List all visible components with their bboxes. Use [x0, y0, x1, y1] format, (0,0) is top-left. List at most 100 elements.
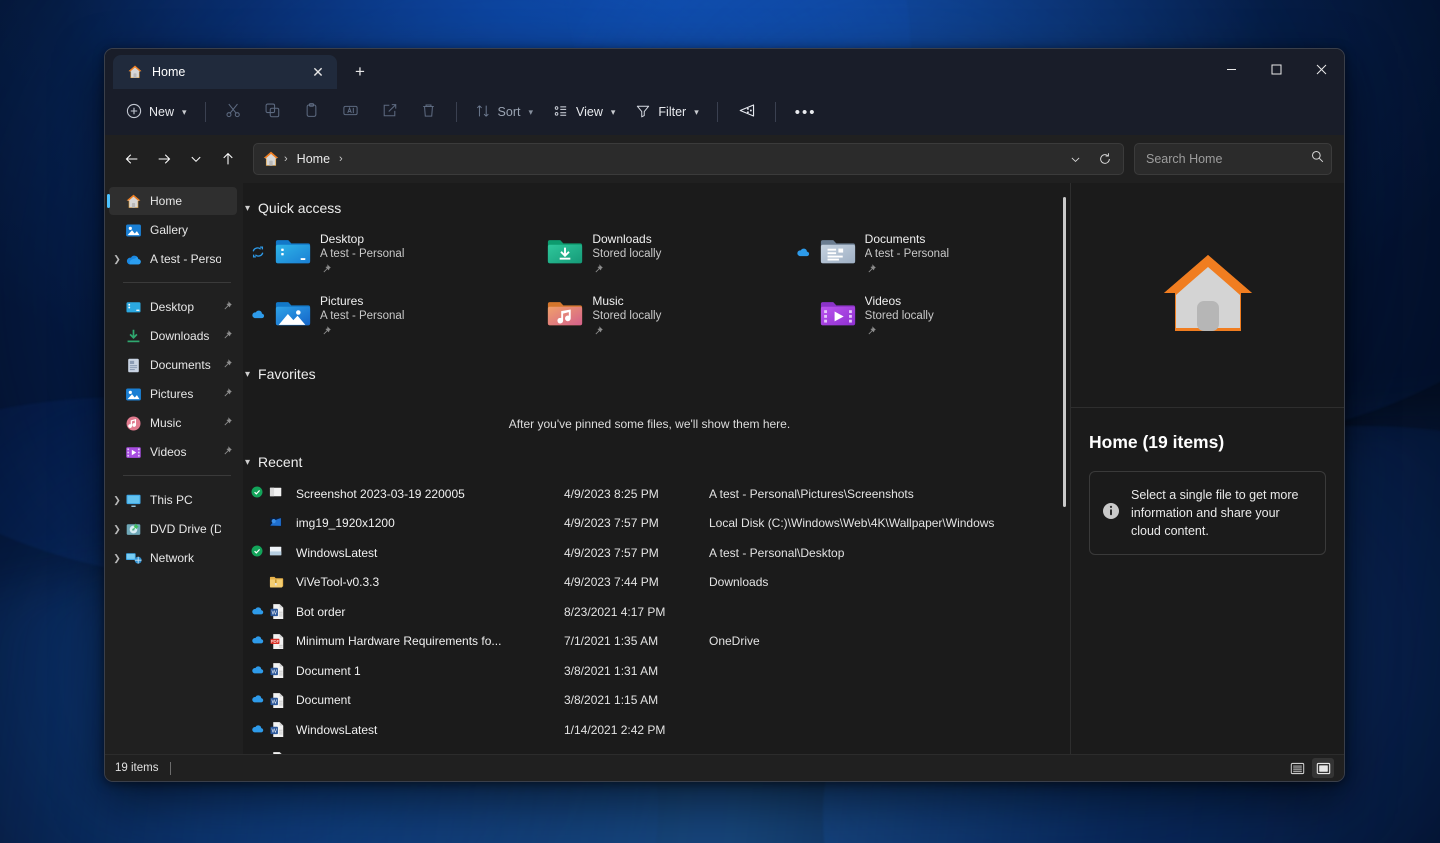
- chevron-down-icon[interactable]: ▾: [245, 203, 250, 214]
- sidebar-item-music[interactable]: Music: [109, 409, 237, 437]
- table-row[interactable]: P Test presentation.pptx 12/7/2020 12:22…: [243, 745, 1056, 755]
- table-row[interactable]: W Bot order 8/23/2021 4:17 PM: [243, 597, 1056, 627]
- table-row[interactable]: W WindowsLatest 1/14/2021 2:42 PM: [243, 715, 1056, 745]
- view-button[interactable]: View ▾: [544, 96, 624, 128]
- sidebar-item-videos[interactable]: Videos: [109, 438, 237, 466]
- vertical-scrollbar[interactable]: [1063, 197, 1066, 507]
- delete-button[interactable]: [410, 96, 447, 128]
- minimize-button[interactable]: [1209, 49, 1254, 89]
- tab-title: Home: [152, 65, 296, 79]
- sidebar-item-dvd-drive[interactable]: ❯ DVD Drive (D:) CCC: [109, 515, 237, 543]
- close-window-button[interactable]: [1299, 49, 1344, 89]
- chevron-right-icon[interactable]: ❯: [109, 553, 125, 564]
- svg-text:W: W: [272, 670, 278, 676]
- powerpoint-file-icon: P: [269, 751, 286, 754]
- quick-access-tile-documents[interactable]: Documents A test - Personal: [788, 225, 1056, 287]
- sidebar-item-onedrive[interactable]: ❯ A test - Personal: [109, 245, 237, 273]
- preview-pane-button[interactable]: [1312, 758, 1334, 778]
- favorites-header[interactable]: ▾ Favorites: [245, 361, 1056, 387]
- search-box[interactable]: Search Home: [1134, 143, 1332, 175]
- wallpaper-file-icon: [269, 515, 286, 532]
- chevron-right-icon[interactable]: ❯: [109, 524, 125, 535]
- quick-access-tile-text: Downloads Stored locally: [592, 231, 777, 280]
- sidebar-item-pictures[interactable]: Pictures: [109, 380, 237, 408]
- sidebar-item-home[interactable]: Home: [109, 187, 237, 215]
- image-file-icon: [269, 485, 286, 502]
- breadcrumb-separator-trailing[interactable]: ›: [337, 153, 345, 165]
- sidebar-item-desktop[interactable]: Desktop: [109, 293, 237, 321]
- search-input[interactable]: Search Home: [1146, 152, 1310, 166]
- share-button[interactable]: [371, 96, 408, 128]
- chevron-down-icon[interactable]: ▾: [245, 369, 250, 380]
- paste-button[interactable]: [293, 96, 330, 128]
- refresh-button[interactable]: [1091, 146, 1119, 172]
- address-dropdown-button[interactable]: [1061, 146, 1089, 172]
- sidebar-item-downloads[interactable]: Downloads: [109, 322, 237, 350]
- new-button[interactable]: New ▾: [117, 96, 196, 128]
- pin-icon: [592, 324, 777, 342]
- sort-button[interactable]: Sort ▾: [466, 96, 542, 128]
- forward-button[interactable]: [149, 144, 179, 174]
- table-row[interactable]: W Document 3/8/2021 1:15 AM: [243, 686, 1056, 716]
- see-more-button[interactable]: •••: [785, 104, 827, 121]
- synced-check-icon: [251, 485, 269, 503]
- sidebar-item-documents[interactable]: Documents: [109, 351, 237, 379]
- favorites-empty-message: After you've pinned some files, we'll sh…: [243, 391, 1056, 447]
- desktop-background: Home ✕ +: [0, 0, 1440, 843]
- table-row[interactable]: ViVeTool-v0.3.3 4/9/2023 7:44 PM Downloa…: [243, 568, 1056, 598]
- close-tab-button[interactable]: ✕: [305, 60, 331, 84]
- sidebar-item-this-pc[interactable]: ❯ This PC: [109, 486, 237, 514]
- sidebar-item-gallery[interactable]: Gallery: [109, 216, 237, 244]
- filter-button[interactable]: Filter ▾: [626, 96, 707, 128]
- gallery-view-button[interactable]: [727, 96, 766, 128]
- quick-access-tile-videos[interactable]: Videos Stored locally: [788, 287, 1056, 349]
- file-date: 1/14/2021 2:42 PM: [564, 723, 709, 737]
- tile-name: Music: [592, 294, 777, 308]
- search-icon[interactable]: [1310, 149, 1325, 169]
- content-scroll-area[interactable]: ▾ Quick access: [243, 183, 1070, 754]
- quick-access-header[interactable]: ▾ Quick access: [245, 195, 1056, 221]
- sidebar-item-label: This PC: [150, 493, 221, 507]
- sidebar-item-label: Pictures: [150, 387, 221, 401]
- quick-access-tile-pictures[interactable]: Pictures A test - Personal: [243, 287, 511, 349]
- up-button[interactable]: [213, 144, 243, 174]
- details-title: Home (19 items): [1089, 432, 1326, 453]
- new-tab-button[interactable]: +: [345, 58, 375, 86]
- sidebar-item-label: Videos: [150, 445, 221, 459]
- clipboard-icon: [303, 102, 320, 122]
- breadcrumb-home[interactable]: Home: [292, 152, 335, 166]
- chevron-right-icon[interactable]: ❯: [109, 495, 125, 506]
- file-name: WindowsLatest: [296, 723, 564, 737]
- pin-icon: [320, 324, 505, 342]
- rename-button[interactable]: [332, 96, 369, 128]
- chevron-right-icon[interactable]: ❯: [109, 254, 125, 265]
- address-bar[interactable]: › Home ›: [253, 143, 1124, 175]
- cloud-icon: [251, 603, 269, 621]
- quick-access-tile-downloads[interactable]: Downloads Stored locally: [515, 225, 783, 287]
- table-row[interactable]: W Document 1 3/8/2021 1:31 AM: [243, 656, 1056, 686]
- cut-button[interactable]: [215, 96, 252, 128]
- pin-icon: [221, 445, 233, 460]
- image-file-icon: [269, 544, 286, 561]
- table-row[interactable]: WindowsLatest 4/9/2023 7:57 PM A test - …: [243, 538, 1056, 568]
- quick-access-tile-text: Documents A test - Personal: [865, 231, 1050, 280]
- sidebar-item-network[interactable]: ❯ Network: [109, 544, 237, 572]
- folder-music-icon: [546, 295, 584, 333]
- table-row[interactable]: PDF Minimum Hardware Requirements fo... …: [243, 627, 1056, 657]
- details-view-button[interactable]: [1286, 758, 1308, 778]
- table-row[interactable]: img19_1920x1200 4/9/2023 7:57 PM Local D…: [243, 509, 1056, 539]
- maximize-button[interactable]: [1254, 49, 1299, 89]
- quick-access-tile-music[interactable]: Music Stored locally: [515, 287, 783, 349]
- documents-icon: [125, 357, 142, 374]
- quick-access-tile-desktop[interactable]: Desktop A test - Personal: [243, 225, 511, 287]
- back-button[interactable]: [117, 144, 147, 174]
- recent-locations-button[interactable]: [181, 144, 211, 174]
- quick-access-tile-text: Videos Stored locally: [865, 293, 1050, 342]
- chevron-down-icon[interactable]: ▾: [245, 457, 250, 468]
- file-name: img19_1920x1200: [296, 516, 564, 530]
- tab-home[interactable]: Home ✕: [113, 55, 337, 89]
- copy-button[interactable]: [254, 96, 291, 128]
- recent-header[interactable]: ▾ Recent: [245, 449, 1056, 475]
- info-icon: [1102, 502, 1120, 525]
- table-row[interactable]: Screenshot 2023-03-19 220005 4/9/2023 8:…: [243, 479, 1056, 509]
